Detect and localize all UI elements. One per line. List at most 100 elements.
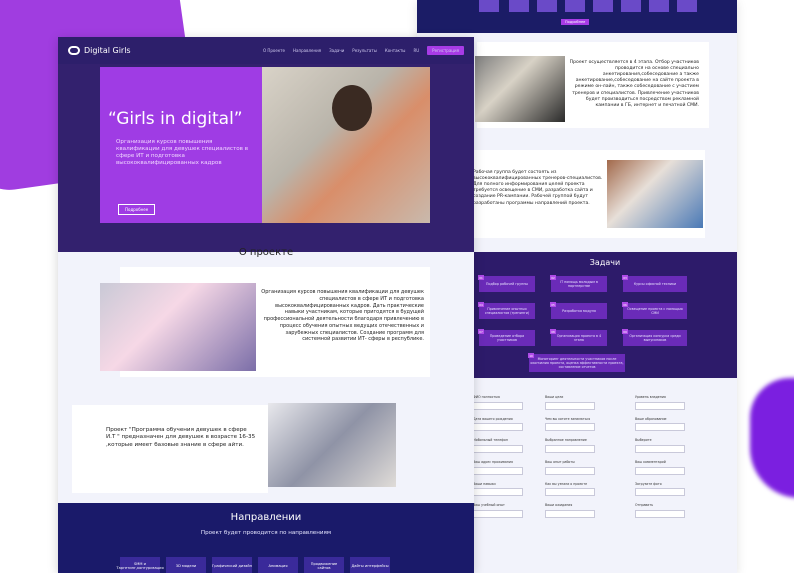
decorative-blob-right: [750, 378, 794, 498]
field-label: Дата вашего рождения: [473, 416, 513, 421]
task-label: Освещение проекта с помощью СМИ: [627, 307, 683, 315]
form-field: Как вы узнали о проекте: [545, 481, 625, 497]
text-input[interactable]: [473, 510, 523, 519]
task-number: 10: [528, 353, 534, 358]
nav-item-directions[interactable]: Направления: [293, 48, 321, 53]
task-label: Привлечение опытных специалистов (тренин…: [484, 307, 530, 315]
task-number: 06: [622, 302, 628, 307]
text-input[interactable]: [545, 488, 595, 497]
mockup-left-page: Digital Girls О Проекте Направления Зада…: [58, 37, 474, 573]
task-item: 07 Проведение отбора участников: [478, 329, 535, 346]
select-input[interactable]: [635, 445, 685, 454]
about-title: О проекте: [238, 247, 294, 258]
direction-item[interactable]: Анимация: [258, 557, 298, 573]
direction-item[interactable]: SMM и Таргетинг,контуризация: [116, 557, 164, 573]
form-field: Ваши цели: [545, 395, 625, 410]
form-field: Выбранное направление: [545, 438, 625, 454]
task-item: 01 Подбор рабочей группы: [478, 275, 535, 292]
field-label: Ваш учебный опыт: [473, 503, 505, 508]
field-label: Ваш комментарий: [635, 460, 666, 465]
field-label: Выбранное направление: [545, 438, 587, 443]
submit-button[interactable]: [635, 510, 685, 519]
task-item: 06 Освещение проекта с помощью СМИ: [622, 302, 687, 319]
field-label: Ваше образование: [635, 416, 667, 421]
field-label: Ваши ожидания: [545, 503, 573, 508]
task-number: 02: [550, 275, 556, 280]
nav-item-results[interactable]: Результаты: [352, 48, 377, 53]
text-input[interactable]: [545, 401, 595, 410]
text-input[interactable]: [473, 488, 523, 497]
task-label: IT помощь молодым в партнерстве: [560, 280, 598, 288]
topbar-icon-4: [565, 0, 585, 12]
register-button[interactable]: Регистрация: [427, 46, 464, 55]
form-column-2: Ваши цели Чем вы хотите заниматься Выбра…: [545, 395, 625, 526]
task-item: 09 Организация конкурса среди выпускнико…: [622, 329, 687, 346]
meeting-photo: [475, 56, 565, 122]
field-label: Как вы узнали о проекте: [545, 481, 588, 486]
task-label: Курсы офисной техники: [633, 282, 677, 286]
topbar-icon-7: [649, 0, 669, 12]
form-column-1: ФИО полностью Дата вашего рождения Мобил…: [473, 395, 553, 526]
form-field: ФИО полностью: [473, 395, 553, 410]
text-input[interactable]: [545, 445, 595, 454]
text-input[interactable]: [635, 401, 685, 410]
language-selector[interactable]: RU: [413, 48, 419, 53]
task-number: 09: [622, 329, 628, 334]
form-field: Ваши ожидания: [545, 503, 625, 519]
nav-item-tasks[interactable]: Задачи: [329, 48, 344, 53]
registration-form: ФИО полностью Дата вашего рождения Мобил…: [473, 395, 737, 573]
top-navbar: Digital Girls О Проекте Направления Зада…: [58, 37, 474, 64]
task-number: 08: [550, 329, 556, 334]
text-input[interactable]: [545, 466, 595, 475]
text-input[interactable]: [473, 401, 523, 410]
task-item: 04 Привлечение опытных специалистов (тре…: [478, 302, 535, 319]
form-field: Уровень владения: [635, 395, 715, 410]
form-field: Ваш комментарий: [635, 460, 715, 475]
text-input[interactable]: [473, 466, 523, 475]
field-label: Мобильный телефон: [473, 438, 508, 443]
form-field: Ваш опыт работы: [545, 460, 625, 475]
direction-item[interactable]: Продвижение сайтов: [304, 557, 344, 573]
field-label: Ваш адрес проживания: [473, 460, 513, 465]
field-label: Ваши цели: [545, 395, 564, 399]
task-item: 02 IT помощь молодым в партнерстве: [550, 275, 607, 292]
direction-item[interactable]: Графический дизайн: [212, 557, 252, 573]
logo[interactable]: Digital Girls: [68, 46, 131, 55]
topbar-details-button[interactable]: Подробнее: [561, 19, 590, 25]
form-field: Чем вы хотите заниматься: [545, 416, 625, 432]
workgroup-photo: [607, 160, 703, 228]
nav-item-contacts[interactable]: Контакты: [385, 48, 406, 53]
field-label: ФИО полностью: [473, 395, 500, 399]
hero-details-button[interactable]: Подробнее: [118, 204, 156, 215]
text-input[interactable]: [635, 423, 685, 432]
topbar-icon-6: [621, 0, 641, 12]
form-field: Ваш учебный опыт: [473, 503, 553, 519]
field-label: Уровень владения: [635, 395, 666, 399]
text-input[interactable]: [473, 423, 523, 432]
text-input[interactable]: [545, 510, 595, 519]
form-field: Отправить: [635, 504, 715, 519]
directions-title: Направлении: [230, 512, 302, 523]
logo-icon: [68, 46, 80, 55]
field-label: Ваши навыки: [473, 481, 496, 486]
topbar-icon-2: [509, 0, 529, 12]
topbar-icon-3: [537, 0, 557, 12]
direction-item[interactable]: 3D модели: [166, 557, 206, 573]
form-field: Ваши навыки: [473, 481, 553, 497]
file-input[interactable]: [635, 488, 685, 497]
nav-item-about[interactable]: О Проекте: [263, 48, 285, 53]
task-number: 01: [478, 275, 484, 280]
form-field: Дата вашего рождения: [473, 416, 553, 432]
topbar-icon-8: [677, 0, 697, 12]
hero-section: “Girls in digital” Организация курсов по…: [58, 64, 474, 252]
field-label: Чем вы хотите заниматься: [545, 416, 591, 421]
task-item: 10 Мониторинг деятельности участников по…: [528, 353, 625, 372]
text-input[interactable]: [473, 445, 523, 454]
form-field: Мобильный телефон: [473, 438, 553, 454]
direction-item[interactable]: Дайты интерфейсы: [350, 557, 390, 573]
program-text: Проект "Программа обучения девушек в сфе…: [106, 427, 256, 448]
text-input[interactable]: [635, 466, 685, 475]
task-item: 05 Разработка модуля: [550, 302, 607, 319]
task-number: 03: [622, 275, 628, 280]
text-input[interactable]: [545, 423, 595, 432]
